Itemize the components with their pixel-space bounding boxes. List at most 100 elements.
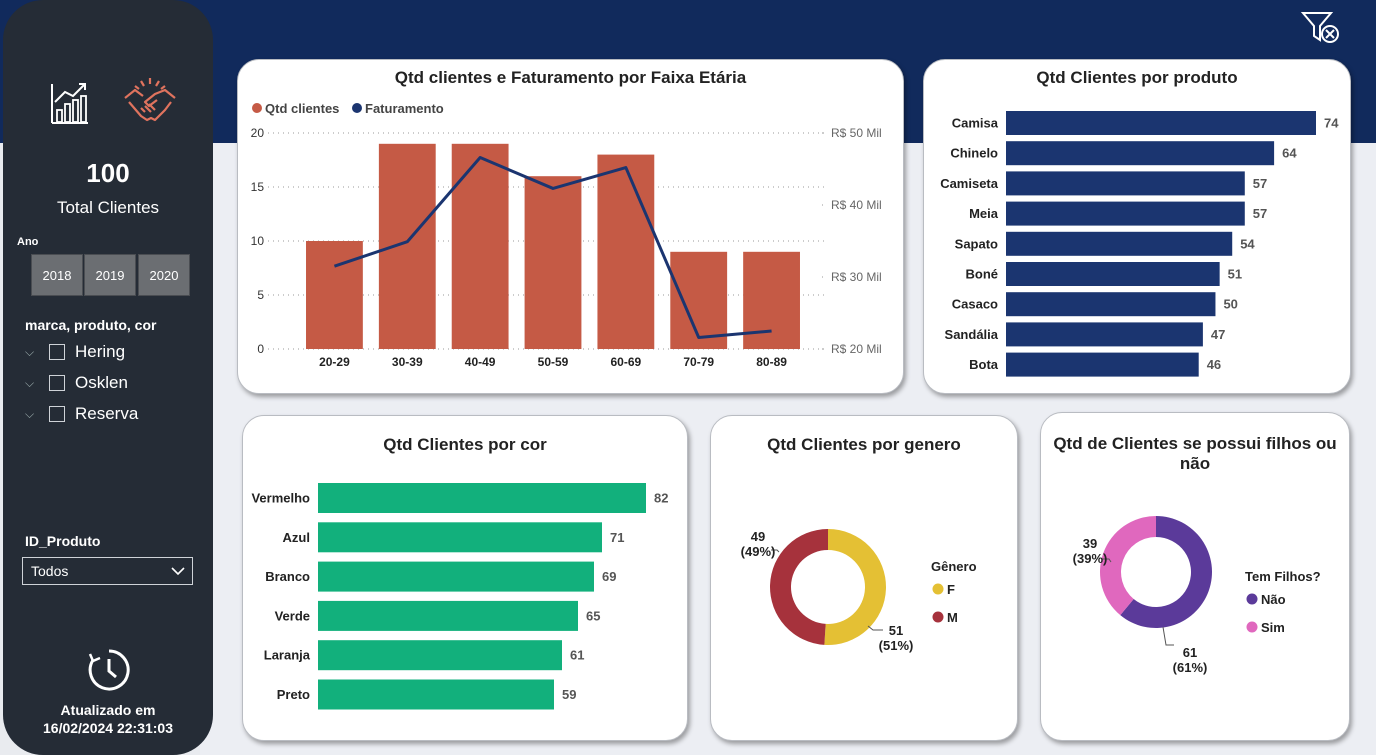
category-label: Branco <box>265 569 310 584</box>
tree-item-label: Hering <box>75 342 126 361</box>
bar-qtd-clientes <box>743 251 800 349</box>
children-donut-chart: 61(61%) 39(39%) Tem Filhos? Não Sim <box>1073 516 1321 675</box>
data-label: 74 <box>1324 116 1339 131</box>
y-tick-label: 5 <box>257 288 264 302</box>
updated-timestamp: 16/02/2024 22:31:03 <box>43 720 173 736</box>
bar-qtd-clientes <box>524 176 582 349</box>
data-label: 50 <box>1223 297 1237 312</box>
tree-item-label: Reserva <box>75 404 139 423</box>
y2-tick-label: R$ 50 Mil <box>831 126 882 140</box>
data-label: 82 <box>654 491 668 506</box>
bar <box>318 561 594 592</box>
legend-title: Gênero <box>931 559 977 574</box>
id-produto-dropdown[interactable]: Todos <box>22 557 193 585</box>
data-label-value: 51 <box>889 623 903 638</box>
tree-item-osklen[interactable]: ⌵ Osklen <box>25 371 128 395</box>
year-button-2018[interactable]: 2018 <box>31 254 83 296</box>
kpi-total-label: Total Clientes <box>56 198 160 217</box>
bar <box>1006 201 1245 226</box>
tree-item-label: Osklen <box>75 373 128 392</box>
legend-label: F <box>947 582 955 597</box>
data-label-percent: (51%) <box>879 638 914 653</box>
data-label: 71 <box>610 530 624 545</box>
y-tick-label: 15 <box>251 180 265 194</box>
kpi-total-value: 100 <box>86 158 130 188</box>
age-combo-chart: Qtd clientes Faturamento 0 5 10 15 20 R$ 20 Mil… <box>251 101 882 369</box>
legend-label-faturamento: Faturamento <box>365 101 444 116</box>
year-button-2019[interactable]: 2019 <box>84 254 136 296</box>
legend-dot <box>1246 593 1258 605</box>
bar <box>1006 171 1245 196</box>
year-button-2020[interactable]: 2020 <box>138 254 190 296</box>
bar <box>1006 141 1275 166</box>
legend-dot <box>932 611 944 623</box>
legend-label: Sim <box>1261 620 1285 635</box>
age-chart-title: Qtd clientes e Faturamento por Faixa Etá… <box>394 68 747 87</box>
tree-item-reserva[interactable]: ⌵ Reserva <box>25 402 138 426</box>
children-card: Qtd de Clientes se possui filhos ou não … <box>1040 412 1350 741</box>
y-tick-label: 20 <box>251 126 265 140</box>
gender-card: Qtd Clientes por genero 51 (51%) 49 (49%) Gê… <box>710 415 1018 741</box>
category-label: Boné <box>966 267 999 282</box>
data-label: 61 <box>570 648 584 663</box>
bar <box>318 600 578 631</box>
x-tick-label: 80-89 <box>756 355 787 369</box>
chevron-down-icon[interactable]: ⌵ <box>25 345 39 360</box>
bar-qtd-clientes <box>306 241 363 349</box>
y2-tick-label: R$ 30 Mil <box>831 270 882 284</box>
y2-tick-label: R$ 20 Mil <box>831 342 882 356</box>
chevron-down-icon <box>171 567 185 576</box>
x-tick-label: 30-39 <box>392 355 423 369</box>
data-label-percent: (61%) <box>1173 660 1208 675</box>
chevron-down-icon[interactable]: ⌵ <box>25 376 39 391</box>
tree-item-hering[interactable]: ⌵ Hering <box>25 340 125 364</box>
checkbox[interactable] <box>49 375 65 391</box>
category-label: Laranja <box>264 648 311 663</box>
x-tick-label: 60-69 <box>611 355 642 369</box>
data-label: 65 <box>586 608 600 623</box>
bar <box>1006 262 1220 286</box>
age-combo-card: Qtd clientes e Faturamento por Faixa Etá… <box>237 59 904 394</box>
product-card: Qtd Clientes por produto Camisa 74 Chinelo… <box>923 59 1351 394</box>
data-label: 57 <box>1253 206 1267 221</box>
data-label-value: 39 <box>1083 536 1097 551</box>
donut-slice <box>770 529 828 645</box>
legend-title: Tem Filhos? <box>1245 569 1321 584</box>
checkbox[interactable] <box>49 344 65 360</box>
data-label: 46 <box>1207 357 1221 372</box>
gender-donut-chart: 51(51%) 49(49%) Gênero FM <box>741 529 977 653</box>
clear-filters-icon[interactable] <box>1300 10 1344 46</box>
x-tick-label: 20-29 <box>319 355 350 369</box>
category-label: Camisa <box>952 116 999 131</box>
hierarchy-slicer-label: marca, produto, cor <box>25 317 157 333</box>
donut-slice <box>824 529 887 645</box>
year-slicer-label: Ano <box>17 236 39 248</box>
category-label: Meia <box>969 206 999 221</box>
product-bar-chart: Camisa 74 Chinelo 64 Camiseta 57 Meia 57 Sapato 5… <box>940 111 1339 377</box>
x-tick-label: 40-49 <box>465 355 496 369</box>
chart-growth-icon <box>51 83 88 124</box>
category-label: Vermelho <box>251 491 310 506</box>
chevron-down-icon[interactable]: ⌵ <box>25 407 39 422</box>
category-label: Chinelo <box>950 146 998 161</box>
bar <box>318 640 562 671</box>
y-tick-label: 10 <box>251 234 265 248</box>
sidebar: 100 Total Clientes Ano 2018 2019 2020 ma… <box>3 0 213 755</box>
bar <box>1006 352 1199 377</box>
x-tick-label: 50-59 <box>538 355 569 369</box>
data-label-percent: (49%) <box>741 544 776 559</box>
data-label: 51 <box>1228 267 1242 282</box>
legend-dot <box>932 583 944 595</box>
color-bar-chart: Vermelho 82 Azul 71 Branco 69 Verde 65 Laranja 61… <box>251 483 668 710</box>
color-chart-title: Qtd Clientes por cor <box>383 435 547 454</box>
bar <box>318 522 602 553</box>
id-produto-label: ID_Produto <box>25 533 101 549</box>
legend-dot-qtd <box>252 103 262 113</box>
legend-label: Não <box>1261 592 1286 607</box>
bar-qtd-clientes <box>451 143 509 349</box>
legend-label-qtd: Qtd clientes <box>265 101 339 116</box>
checkbox[interactable] <box>49 406 65 422</box>
bar <box>318 679 554 710</box>
category-label: Preto <box>277 687 310 702</box>
bar-qtd-clientes <box>597 154 655 349</box>
